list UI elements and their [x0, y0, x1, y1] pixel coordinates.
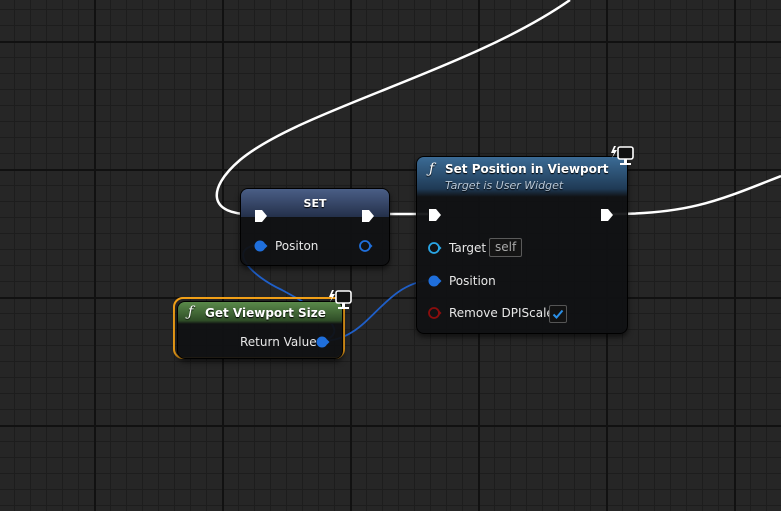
- set-position-header[interactable]: ƒ Set Position in Viewport Target is Use…: [417, 157, 627, 197]
- set-position-exec-in-pin[interactable]: [428, 208, 442, 222]
- set-exec-in-pin[interactable]: [254, 209, 268, 223]
- return-value-output-pin[interactable]: [316, 335, 330, 349]
- remove-dpi-label: Remove DPIScale: [449, 306, 554, 320]
- client-only-monitor-icon: [329, 290, 352, 309]
- set-node[interactable]: SET Positon: [240, 188, 390, 266]
- remove-dpi-checkbox[interactable]: [549, 305, 567, 323]
- set-position-title: Set Position in Viewport: [445, 162, 609, 176]
- set-exec-out-pin[interactable]: [361, 209, 375, 223]
- get-viewport-size-header[interactable]: ƒ Get Viewport Size: [178, 302, 342, 324]
- graph-wires: [215, 0, 781, 342]
- target-self-field[interactable]: self: [489, 238, 523, 257]
- function-icon: ƒ: [188, 304, 194, 320]
- set-position-in-viewport-node[interactable]: ƒ Set Position in Viewport Target is Use…: [416, 156, 628, 334]
- target-input-pin[interactable]: [428, 241, 442, 255]
- set-positon-input-pin[interactable]: [254, 239, 268, 253]
- client-only-monitor-icon: [611, 146, 634, 165]
- set-position-exec-out-pin[interactable]: [600, 208, 614, 222]
- set-positon-label: Positon: [275, 239, 319, 253]
- position-input-pin[interactable]: [428, 274, 442, 288]
- function-icon: ƒ: [429, 161, 435, 177]
- get-viewport-size-title: Get Viewport Size: [205, 306, 326, 320]
- set-position-subtitle: Target is User Widget: [445, 179, 564, 192]
- get-viewport-size-node[interactable]: ƒ Get Viewport Size Return Value: [177, 301, 343, 359]
- checkmark-icon: [552, 309, 564, 319]
- target-label: Target: [449, 241, 487, 255]
- remove-dpi-input-pin[interactable]: [428, 306, 442, 320]
- return-value-label: Return Value: [240, 335, 317, 349]
- set-positon-output-pin[interactable]: [359, 239, 373, 253]
- position-label: Position: [449, 274, 496, 288]
- exec-wire-outgoing[interactable]: [611, 174, 781, 216]
